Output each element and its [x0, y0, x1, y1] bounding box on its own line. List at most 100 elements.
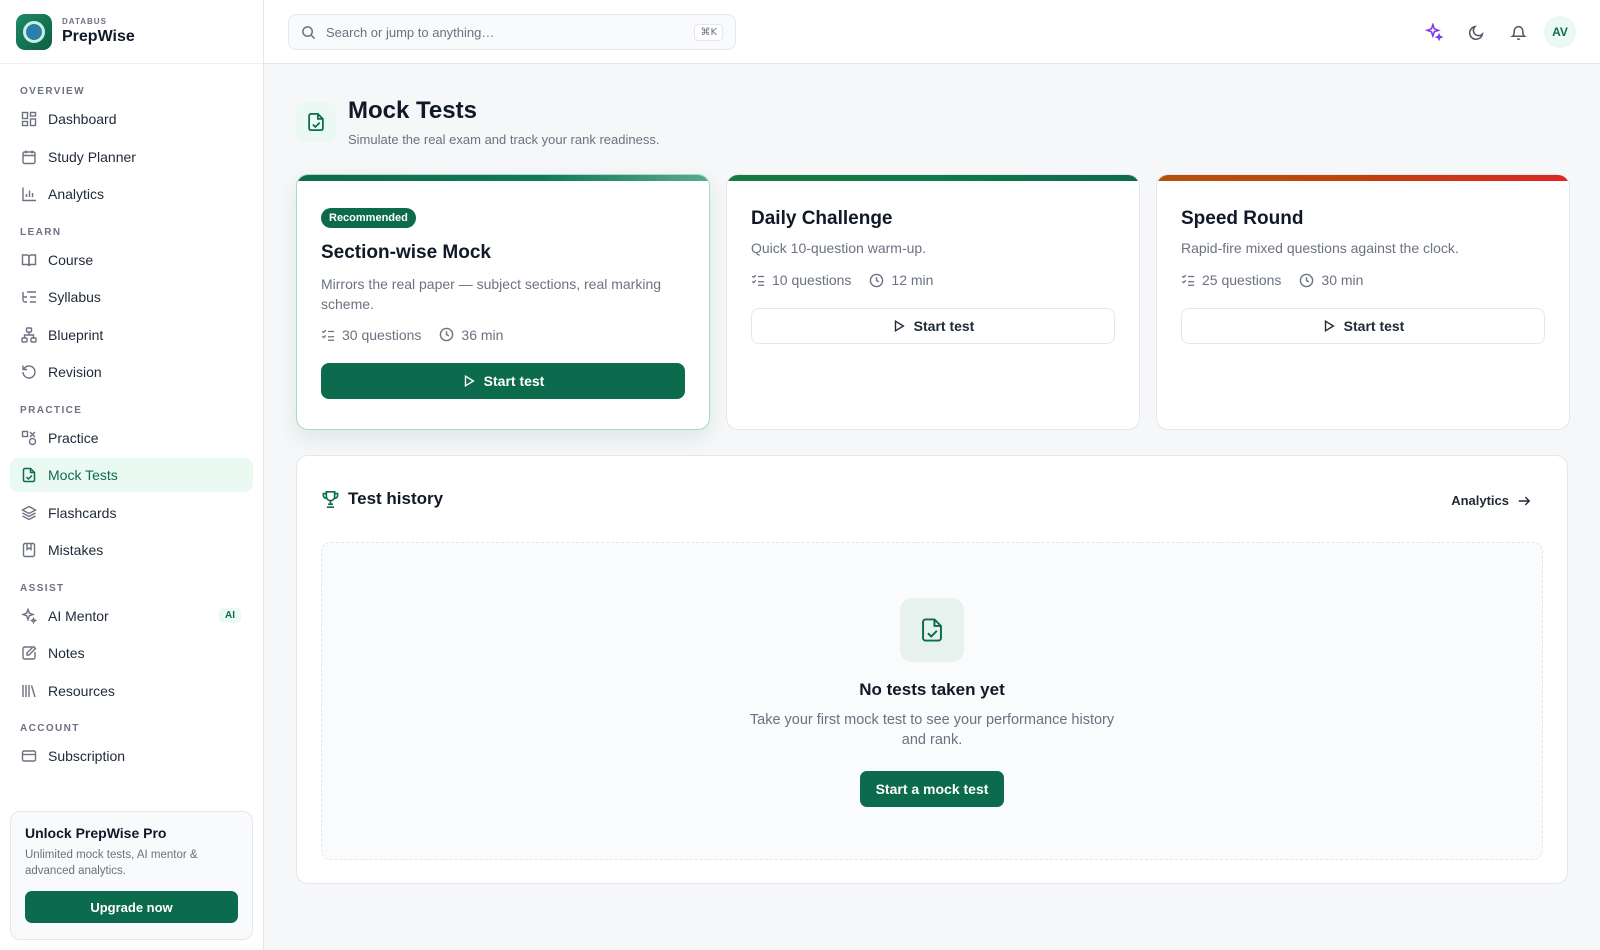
empty-state: No tests taken yet Take your first mock …: [321, 542, 1543, 860]
sidebar-item-label: Dashboard: [48, 111, 117, 127]
sidebar-item-flashcards[interactable]: Flashcards: [10, 496, 253, 530]
clock-icon: [1299, 273, 1314, 288]
card-meta: 10 questions 12 min: [751, 272, 1115, 288]
card-meta: 30 questions 36 min: [321, 327, 685, 343]
brand-name: PrepWise: [62, 28, 135, 45]
card-title: Daily Challenge: [751, 208, 893, 229]
promo-subtitle: Unlimited mock tests, AI mentor & advanc…: [25, 849, 198, 878]
question-count-label: 30 questions: [342, 326, 422, 343]
sidebar-item-label: Blueprint: [48, 326, 104, 343]
sidebar-item-course[interactable]: Course: [10, 243, 253, 277]
start-test-label: Start test: [913, 318, 975, 335]
list-tree-icon: [20, 288, 38, 306]
sidebar-item-label: Flashcards: [48, 504, 117, 521]
start-mock-test-button[interactable]: Start a mock test: [859, 770, 1005, 807]
sidebar-item-resources[interactable]: Resources: [10, 674, 253, 708]
question-count: 10 questions: [751, 272, 851, 288]
test-card-daily-challenge[interactable]: Daily Challenge Quick 10-question warm-u…: [726, 174, 1140, 430]
sidebar-item-label: Syllabus: [48, 289, 101, 305]
layers-icon: [20, 504, 38, 522]
page-title: Mock Tests: [348, 97, 477, 124]
rotate-icon: [20, 363, 38, 381]
question-count-label: 25 questions: [1202, 272, 1282, 289]
sidebar-item-syllabus[interactable]: Syllabus: [10, 280, 253, 314]
sidebar-item-label: Subscription: [48, 748, 126, 764]
file-check-icon: [20, 466, 38, 484]
calendar-icon: [20, 148, 38, 166]
search-bar[interactable]: ⌘K: [288, 14, 736, 50]
brand[interactable]: DATABUS PrepWise: [0, 0, 263, 64]
sidebar-item-mock-tests[interactable]: Mock Tests: [10, 458, 253, 492]
sidebar-item-label: Study Planner: [48, 148, 136, 165]
sparkles-icon: [20, 607, 38, 625]
bell-icon[interactable]: [1502, 16, 1534, 48]
arrow-right-icon: [1517, 494, 1531, 508]
clock-icon: [439, 327, 454, 342]
sidebar-item-notes[interactable]: Notes: [10, 636, 253, 670]
recommended-badge: Recommended: [321, 208, 416, 228]
sparkles-icon[interactable]: [1418, 16, 1450, 48]
sidebar-item-practice[interactable]: Practice: [10, 421, 253, 455]
start-test-button[interactable]: Start test: [1181, 308, 1545, 345]
brand-kicker: DATABUS: [62, 17, 107, 26]
start-test-button[interactable]: Start test: [321, 362, 685, 399]
play-icon: [892, 319, 906, 333]
logo-icon: [16, 13, 52, 50]
sidebar-item-label: Notes: [48, 645, 85, 661]
dashboard-icon: [20, 110, 38, 128]
test-card-section-wise[interactable]: Recommended Section-wise Mock Mirrors th…: [296, 174, 710, 430]
duration: 36 min: [439, 327, 503, 343]
test-card-speed-round[interactable]: Speed Round Rapid-fire mixed questions a…: [1156, 174, 1570, 430]
history-title: Test history: [348, 489, 444, 508]
analytics-link[interactable]: Analytics: [1451, 493, 1531, 508]
play-icon: [462, 374, 476, 388]
card-description: Mirrors the real paper — subject section…: [321, 276, 662, 313]
notebook-pen-icon: [20, 644, 38, 662]
upgrade-promo: Unlock PrepWise Pro Unlimited mock tests…: [10, 811, 253, 940]
page-subtitle: Simulate the real exam and track your ra…: [348, 132, 660, 148]
sidebar-item-mistakes[interactable]: Mistakes: [10, 533, 253, 567]
duration: 30 min: [1299, 272, 1363, 288]
sidebar-item-ai-mentor[interactable]: AI Mentor AI: [10, 599, 253, 633]
card-meta: 25 questions 30 min: [1181, 272, 1545, 288]
sidebar-item-label: Resources: [48, 682, 115, 699]
sidebar-item-blueprint[interactable]: Blueprint: [10, 318, 253, 352]
history-heading: Test history: [321, 489, 443, 509]
search-input[interactable]: [326, 24, 695, 40]
avatar[interactable]: AV: [1544, 16, 1576, 48]
sidebar-item-analytics[interactable]: Analytics: [10, 177, 253, 211]
moon-icon[interactable]: [1460, 16, 1492, 48]
sidebar-item-revision[interactable]: Revision: [10, 355, 253, 389]
clock-icon: [869, 273, 884, 288]
sidebar-item-subscription[interactable]: Subscription: [10, 739, 253, 773]
start-test-label: Start test: [1343, 318, 1405, 335]
sidebar-item-label: Mock Tests: [48, 467, 118, 483]
section-title-assist: ASSIST: [20, 582, 65, 594]
question-count: 25 questions: [1181, 272, 1281, 288]
duration: 12 min: [869, 272, 933, 288]
card-accent-bar: [727, 175, 1139, 181]
section-title-learn: LEARN: [20, 226, 62, 238]
search-shortcut: ⌘K: [694, 23, 723, 41]
sidebar-item-label: Course: [48, 251, 94, 268]
sidebar-item-label: AI Mentor: [48, 607, 109, 624]
section-title-account: ACCOUNT: [20, 723, 80, 734]
shapes-icon: [20, 429, 38, 447]
sidebar-item-dashboard[interactable]: Dashboard: [10, 102, 253, 136]
list-check-icon: [751, 273, 765, 287]
duration-label: 36 min: [461, 326, 504, 343]
empty-subtitle: Take your first mock test to see your pe…: [749, 712, 1115, 749]
card-accent-bar: [297, 175, 709, 181]
start-test-button[interactable]: Start test: [751, 308, 1115, 345]
duration-label: 30 min: [1321, 272, 1364, 289]
ai-badge: AI: [219, 608, 241, 623]
bar-chart-icon: [20, 185, 38, 203]
topbar: ⌘K AV: [264, 0, 1600, 64]
page-header: Mock Tests Simulate the real exam and tr…: [296, 97, 660, 148]
upgrade-button[interactable]: Upgrade now: [25, 891, 238, 924]
card-description: Quick 10-question warm-up.: [751, 240, 927, 256]
library-icon: [20, 682, 38, 700]
sidebar-item-study-planner[interactable]: Study Planner: [10, 140, 253, 174]
card-accent-bar: [1157, 175, 1569, 181]
card-title: Speed Round: [1181, 208, 1304, 229]
